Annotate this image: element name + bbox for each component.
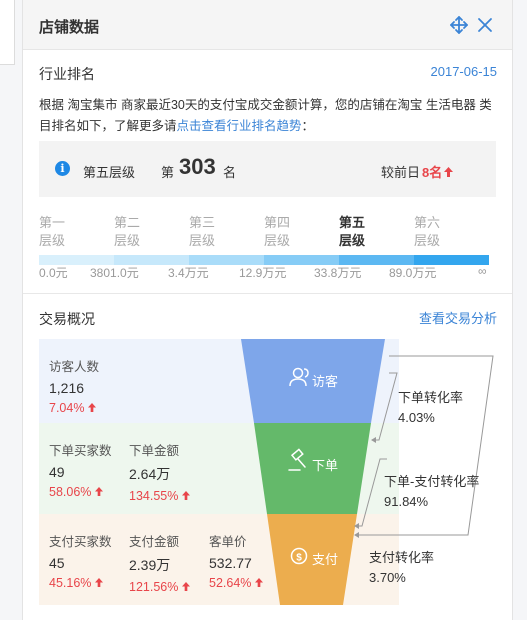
funnel-visit-label: 访客 (312, 374, 339, 389)
pay-rate-label: 支付转化率 (369, 550, 435, 565)
funnel-pay-label: 支付 (312, 552, 339, 567)
pay-conversion-rate: 支付转化率 3.70% (369, 548, 434, 588)
order-pay-rate-label: 下单-支付转化率 (384, 474, 480, 489)
trade-funnel: $ (241, 339, 494, 605)
order-pay-rate-value: 91.84% (384, 494, 429, 509)
pay-rate-value: 3.70% (369, 570, 406, 585)
svg-text:$: $ (296, 553, 302, 564)
order-conversion-rate: 下单转化率 4.03% (398, 388, 463, 428)
order-rate-label: 下单转化率 (398, 390, 464, 405)
order-rate-value: 4.03% (398, 410, 435, 425)
funnel-order-label: 下单 (312, 458, 339, 473)
adjacent-panel-edge (0, 0, 15, 65)
order-pay-conversion-rate: 下单-支付转化率 91.84% (384, 472, 479, 512)
store-data-panel: 店铺数据 行业排名 2017-06-15 根据 淘宝集市 商家最近30天的支付宝… (22, 0, 513, 620)
